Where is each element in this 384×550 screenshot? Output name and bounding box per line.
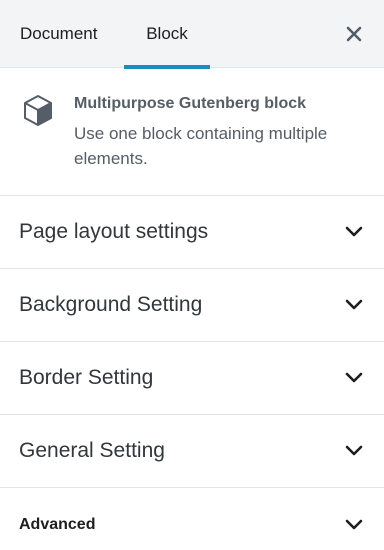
tab-document-label: Document [20,24,98,43]
chevron-down-icon [343,294,365,316]
panel-page-layout-settings[interactable]: Page layout settings [0,196,384,269]
panel-border-setting[interactable]: Border Setting [0,342,384,415]
block-card: Multipurpose Gutenberg block Use one blo… [0,68,384,196]
close-icon [346,26,362,42]
tab-block[interactable]: Block [124,0,210,69]
panel-advanced[interactable]: Advanced [0,488,384,550]
sidebar-tabs-header: Document Block [0,0,384,69]
panel-label: General Setting [19,439,165,462]
chevron-down-icon [343,367,365,389]
block-card-text: Multipurpose Gutenberg block Use one blo… [74,92,364,173]
panel-general-setting[interactable]: General Setting [0,415,384,488]
panel-label: Background Setting [19,293,203,316]
block-description: Use one block containing multiple elemen… [74,124,328,168]
chevron-down-icon [343,221,365,243]
panel-label: Page layout settings [19,220,209,243]
block-settings-sidebar: Document Block Multipurpose Gutenberg bl… [0,0,384,550]
block-icon-wrapper [20,92,58,130]
cube-icon [24,95,52,126]
close-sidebar-button[interactable] [340,20,368,48]
tab-block-label: Block [146,24,188,43]
panel-background-setting[interactable]: Background Setting [0,269,384,342]
chevron-down-icon [343,514,365,536]
panel-label: Advanced [19,515,96,533]
panel-label: Border Setting [19,366,154,389]
tab-document[interactable]: Document [0,0,124,68]
block-title: Multipurpose Gutenberg block [74,95,307,112]
chevron-down-icon [343,440,365,462]
